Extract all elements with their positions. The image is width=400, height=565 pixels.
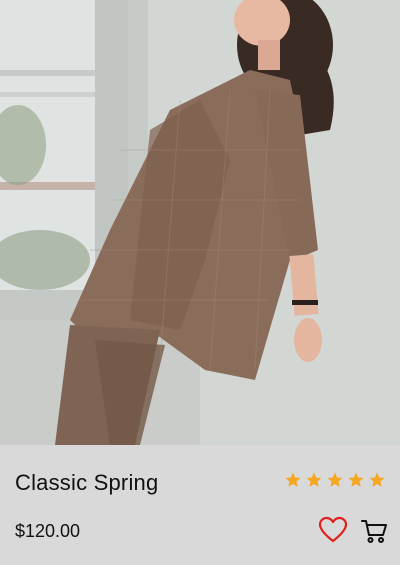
heart-icon: [318, 516, 348, 543]
product-photo[interactable]: [0, 0, 400, 445]
product-title[interactable]: Classic Spring: [15, 470, 158, 496]
product-price: $120.00: [15, 521, 81, 541]
star-icon: [369, 472, 385, 487]
star-icon: [327, 472, 343, 487]
product-card[interactable]: Classic Spring $120.00: [0, 0, 400, 565]
rating-stars: [284, 471, 386, 489]
shopping-cart-icon: [361, 520, 387, 543]
product-info-panel: Classic Spring $120.00: [0, 445, 400, 565]
favorite-button[interactable]: [318, 516, 348, 544]
add-to-cart-button[interactable]: [360, 517, 388, 545]
star-icon: [285, 472, 301, 487]
star-icon: [306, 472, 322, 487]
product-photo-illustration: [0, 0, 400, 445]
star-icon: [348, 472, 364, 487]
